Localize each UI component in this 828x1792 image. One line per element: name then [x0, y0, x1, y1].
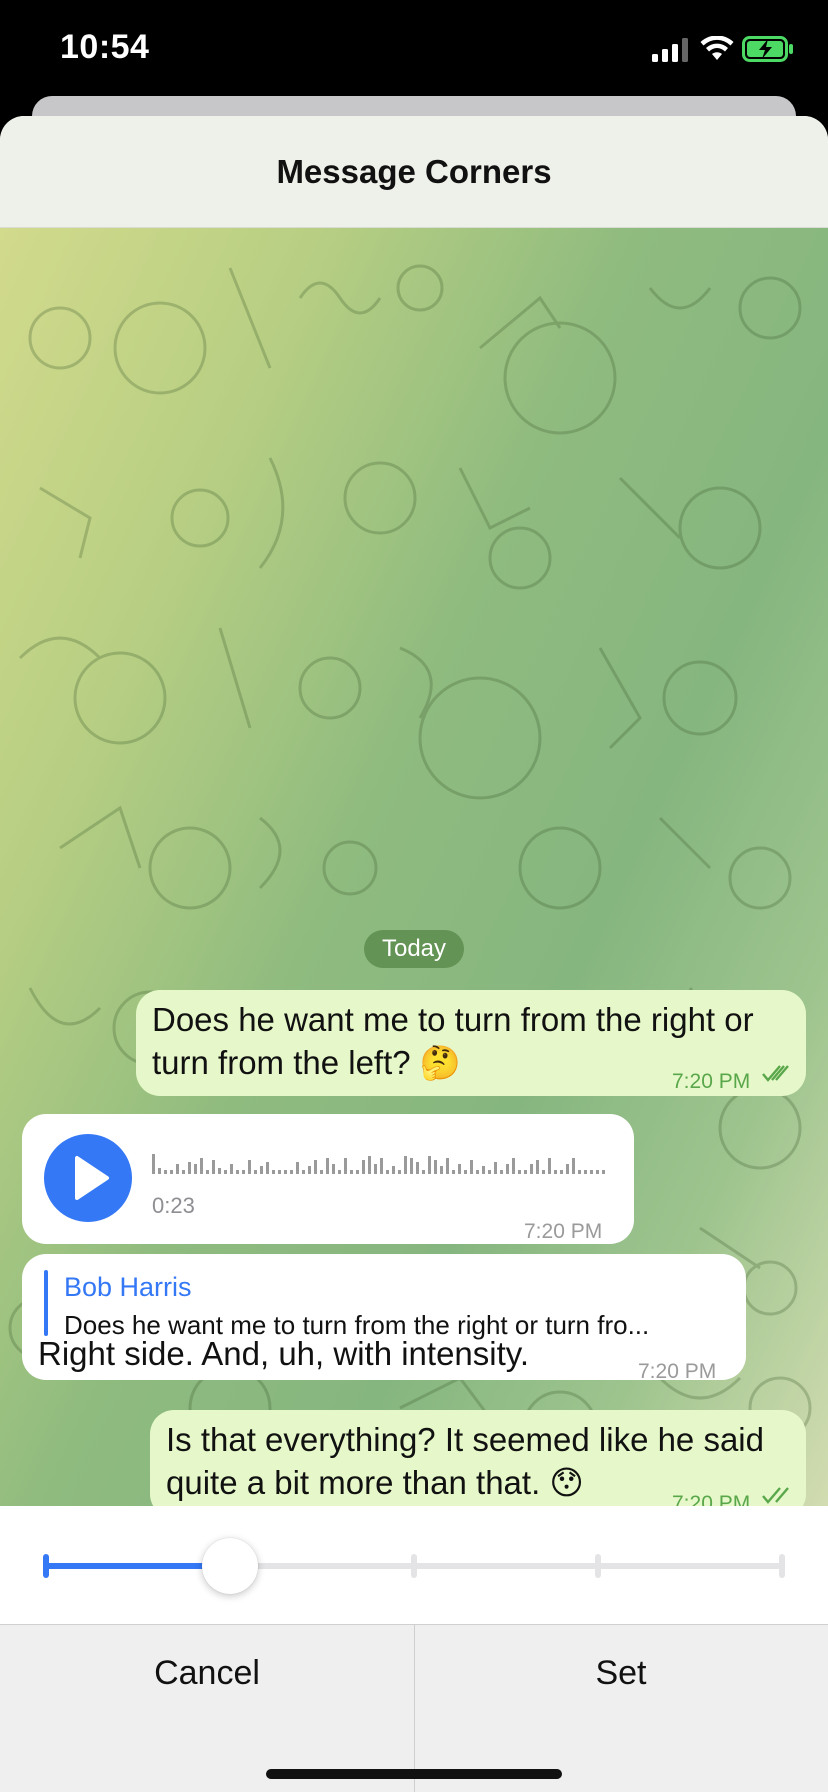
sheet-title: Message Corners: [276, 152, 552, 190]
message-corners-sheet: Message Corners Today Does he want me to…: [0, 116, 828, 1792]
home-indicator: [266, 1769, 562, 1779]
cellular-signal-icon: [652, 38, 688, 62]
incoming-reply-message[interactable]: Bob Harris Does he want me to turn from …: [22, 1254, 746, 1383]
cancel-button[interactable]: Cancel: [0, 1625, 414, 1721]
chat-preview: Today Does he want me to turn from the r…: [0, 228, 828, 1506]
message-time: 7:20 PM: [638, 1360, 717, 1383]
message-text-line2: quite a bit more than that. 😯: [166, 1464, 584, 1501]
message-text-line1: Is that everything? It seemed like he sa…: [166, 1421, 764, 1458]
sheet-header: Message Corners: [0, 116, 828, 228]
corner-radius-slider[interactable]: [0, 1506, 828, 1624]
slider-tick: [411, 1554, 417, 1578]
play-icon: [75, 1156, 109, 1200]
outgoing-message[interactable]: Does he want me to turn from the right o…: [136, 990, 806, 1096]
read-checkmarks-icon: [762, 1065, 789, 1082]
reply-accent-bar: [44, 1270, 48, 1336]
play-button[interactable]: [44, 1134, 132, 1222]
status-bar: 10:54: [0, 0, 828, 100]
wifi-icon: [700, 36, 734, 60]
read-checkmarks-icon: [762, 1487, 789, 1504]
message-time: 7:20 PM: [524, 1220, 603, 1243]
slider-tick: [43, 1554, 49, 1578]
slider-tick: [779, 1554, 785, 1578]
message-time: 7:20 PM: [672, 1070, 751, 1093]
message-text-line2: turn from the left? 🤔: [152, 1044, 461, 1081]
voice-duration: 0:23: [152, 1193, 195, 1218]
set-button[interactable]: Set: [414, 1625, 828, 1721]
status-time: 10:54: [60, 28, 150, 66]
message-text-line1: Does he want me to turn from the right o…: [152, 1001, 754, 1038]
incoming-voice-message[interactable]: 0:23 7:20 PM: [22, 1114, 634, 1244]
action-bar: Cancel Set: [0, 1624, 828, 1792]
battery-charging-icon: [742, 36, 793, 62]
slider-tick: [595, 1554, 601, 1578]
message-time: 7:20 PM: [672, 1492, 751, 1506]
outgoing-message[interactable]: Is that everything? It seemed like he sa…: [150, 1410, 806, 1506]
voice-waveform: [152, 1154, 605, 1174]
reply-author[interactable]: Bob Harris: [64, 1266, 192, 1309]
date-pill: Today: [364, 930, 464, 968]
message-text: Right side. And, uh, with intensity.: [38, 1335, 529, 1372]
slider-thumb[interactable]: [202, 1538, 258, 1594]
